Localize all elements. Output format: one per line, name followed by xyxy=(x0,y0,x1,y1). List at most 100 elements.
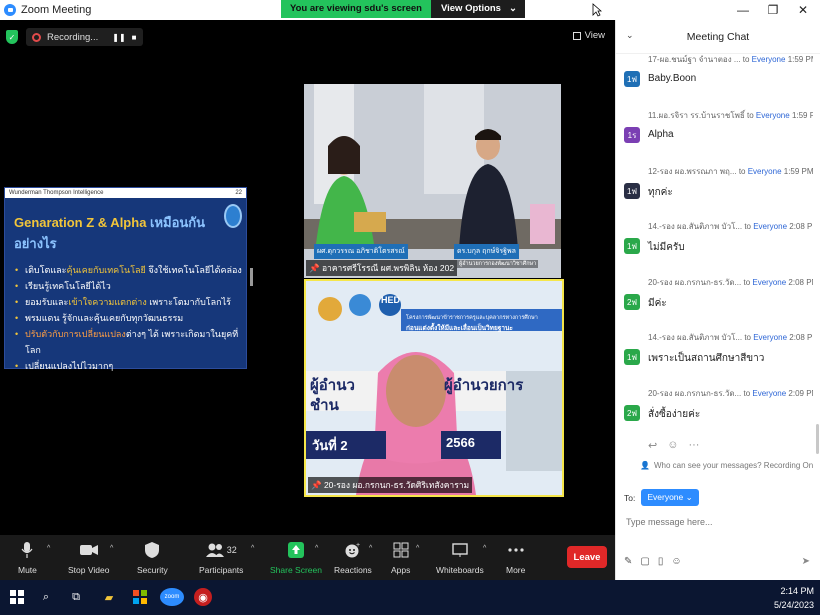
emoji-react-icon[interactable]: ☺ xyxy=(667,439,678,452)
apps-caret-icon[interactable]: ^ xyxy=(416,545,419,552)
security-button[interactable]: Security xyxy=(137,541,168,575)
to-word: to xyxy=(738,167,746,176)
avatar[interactable]: 1ฟ xyxy=(624,349,640,365)
recipient-dropdown[interactable]: Everyone ⌄ xyxy=(641,489,699,506)
restore-button[interactable]: ❐ xyxy=(758,0,788,20)
more-actions-icon[interactable]: ··· xyxy=(688,439,699,452)
emoji-icon[interactable]: ☺ xyxy=(671,556,681,567)
reactions-button[interactable]: + Reactions xyxy=(334,541,372,575)
view-options-button[interactable]: View Options ⌄ xyxy=(430,0,525,18)
collapse-chat-icon[interactable]: ⌄ xyxy=(626,30,634,41)
clock-time: 2:14 PM xyxy=(780,586,814,596)
recipient-name: Everyone xyxy=(752,278,787,287)
avatar[interactable]: 1ฟ xyxy=(624,71,640,87)
video-tile-active-speaker[interactable]: HED โครงการพัฒนาข้าราชการครูและบุคลากรทา… xyxy=(304,279,564,497)
avatar[interactable]: 1ฟ xyxy=(624,183,640,199)
avatar[interactable]: 1ร xyxy=(624,127,640,143)
more-button[interactable]: More xyxy=(506,541,525,575)
sender-name: 11.ผอ.รจิรา รร.บ้านราชโพธิ์ xyxy=(648,111,745,120)
sender-name: 17-ผอ.ชนม์ฐา จำนาตอง ... xyxy=(648,55,741,64)
mouse-cursor-icon xyxy=(592,3,602,17)
recording-label: Recording... xyxy=(47,31,99,43)
avatar[interactable]: 2ฟ xyxy=(624,405,640,421)
screenshot-icon[interactable]: ▢ xyxy=(640,556,649,567)
minimize-button[interactable]: — xyxy=(728,0,758,20)
reply-icon[interactable]: ↩ xyxy=(648,439,657,452)
zoom-taskbar-icon[interactable]: zoom xyxy=(160,588,184,606)
reactions-caret-icon[interactable]: ^ xyxy=(369,545,372,552)
slide-bullet: ยอมรับและเข้าใจความแตกต่าง เพราะโตมากับโ… xyxy=(15,294,246,310)
split-view-handle[interactable] xyxy=(250,268,253,286)
view-label: View xyxy=(584,30,605,41)
whiteboard-icon xyxy=(452,541,468,559)
view-button[interactable]: View xyxy=(572,30,605,41)
svg-text:+: + xyxy=(356,542,360,549)
participants-caret-icon[interactable]: ^ xyxy=(251,545,254,552)
participants-label: Participants xyxy=(199,565,244,575)
slide-bullet-cont: เปลี่ยนแปลงไปไวมากๆ xyxy=(15,358,246,374)
message-body: Baby.Boon xyxy=(648,73,697,84)
share-options-caret-icon[interactable]: ^ xyxy=(315,545,318,552)
recipient-name: Everyone xyxy=(755,111,790,120)
windows-start-icon[interactable] xyxy=(8,588,26,606)
participants-icon: 32 xyxy=(205,541,237,559)
avatar[interactable]: 1ฟ xyxy=(624,238,640,254)
more-dots-icon xyxy=(508,541,524,559)
grid-view-icon xyxy=(572,31,581,40)
apps-button[interactable]: Apps xyxy=(391,541,410,575)
participant-name: 20-รอง ผอ.กรกนก-ธร.วัดศิริเทสังคาราม xyxy=(323,480,470,490)
stop-video-button[interactable]: Stop Video xyxy=(68,541,109,575)
zoom-app-icon xyxy=(4,4,16,16)
recipient-value: Everyone xyxy=(647,492,684,502)
file-explorer-icon[interactable]: ▰ xyxy=(100,588,118,606)
search-icon[interactable]: ⌕ xyxy=(37,588,55,606)
recipient-name: Everyone xyxy=(753,222,788,231)
share-screen-icon xyxy=(287,541,304,559)
chevron-down-icon: ⌄ xyxy=(508,3,517,14)
encryption-shield-icon[interactable]: ✓ xyxy=(6,30,18,44)
video-tile-studio[interactable]: ผศ.ดุกวรรณ อภิชาติโตรสรณ์ ดร.บกุล ฤกษ์จิ… xyxy=(304,84,561,278)
file-icon[interactable]: ▯ xyxy=(658,556,664,567)
to-label: To: xyxy=(624,492,636,503)
close-button[interactable]: ✕ xyxy=(788,0,818,20)
stop-video-label: Stop Video xyxy=(68,565,110,575)
format-text-icon[interactable]: ✎ xyxy=(624,556,632,567)
avatar[interactable]: 2ฟ xyxy=(624,294,640,310)
privacy-notice[interactable]: 👤 Who can see your messages? Recording O… xyxy=(640,461,813,470)
to-word: to xyxy=(744,333,751,342)
recipient-row: To: Everyone ⌄ xyxy=(624,489,699,506)
mute-button[interactable]: Mute xyxy=(18,541,37,575)
slide-title-part1: Genaration Z & Alpha xyxy=(14,215,151,230)
slide-bullets: เติบโตและคุ้นเคยกับเทคโนโลยี จึงใช้เทคโน… xyxy=(15,262,246,374)
chat-scrollbar[interactable] xyxy=(816,424,819,454)
host-name: ผศ.ดุกวรรณ อภิชาติโตรสรณ์ xyxy=(317,248,405,255)
poster-date-2: 2566 xyxy=(446,435,475,450)
slide-page-number: 22 xyxy=(235,190,242,196)
video-options-caret-icon[interactable]: ^ xyxy=(110,545,113,552)
send-icon[interactable]: ➤ xyxy=(802,556,810,567)
slide-title: Genaration Z & Alpha เหมือนกันอย่างไร xyxy=(14,212,246,254)
message-time: 1:59 PM xyxy=(791,111,813,120)
audio-options-caret-icon[interactable]: ^ xyxy=(47,545,50,552)
recipient-name: Everyone xyxy=(752,389,787,398)
microsoft-store-icon[interactable] xyxy=(131,588,149,606)
whiteboards-button[interactable]: Whiteboards xyxy=(436,541,484,575)
chat-message-meta: 17-ผอ.ชนม์ฐา จำนาตอง ... to Everyone 1:5… xyxy=(648,53,813,66)
chat-tools: ✎ ▢ ▯ ☺ xyxy=(624,556,682,567)
recording-indicator: Recording... ❚❚ ■ xyxy=(26,28,144,46)
participants-button[interactable]: 32 Participants xyxy=(199,541,243,575)
poster-heading-2: ผู้อำนวยการ xyxy=(444,377,524,394)
whiteboards-caret-icon[interactable]: ^ xyxy=(483,545,486,552)
viewing-status: You are viewing sdu's screen xyxy=(281,0,431,18)
leave-button[interactable]: Leave xyxy=(567,546,607,568)
pause-recording-icon[interactable]: ❚❚ xyxy=(112,33,125,42)
stop-recording-icon[interactable]: ■ xyxy=(132,33,137,42)
sender-name: 20-รอง ผอ.กรกนก-ธร.วัด... xyxy=(648,389,742,398)
chat-message-meta: 20-รอง ผอ.กรกนก-ธร.วัด... to Everyone 2:… xyxy=(648,276,813,289)
chat-message-meta: 14.-รอง ผอ.สันติภาพ บัวโ... to Everyone … xyxy=(648,331,813,344)
recording-app-icon[interactable]: ◉ xyxy=(194,588,212,606)
system-clock[interactable]: 2:14 PM 5/24/2023 xyxy=(774,584,814,612)
message-input[interactable] xyxy=(626,517,806,527)
reactions-label: Reactions xyxy=(334,565,372,575)
task-view-icon[interactable]: ⧉ xyxy=(67,588,85,606)
